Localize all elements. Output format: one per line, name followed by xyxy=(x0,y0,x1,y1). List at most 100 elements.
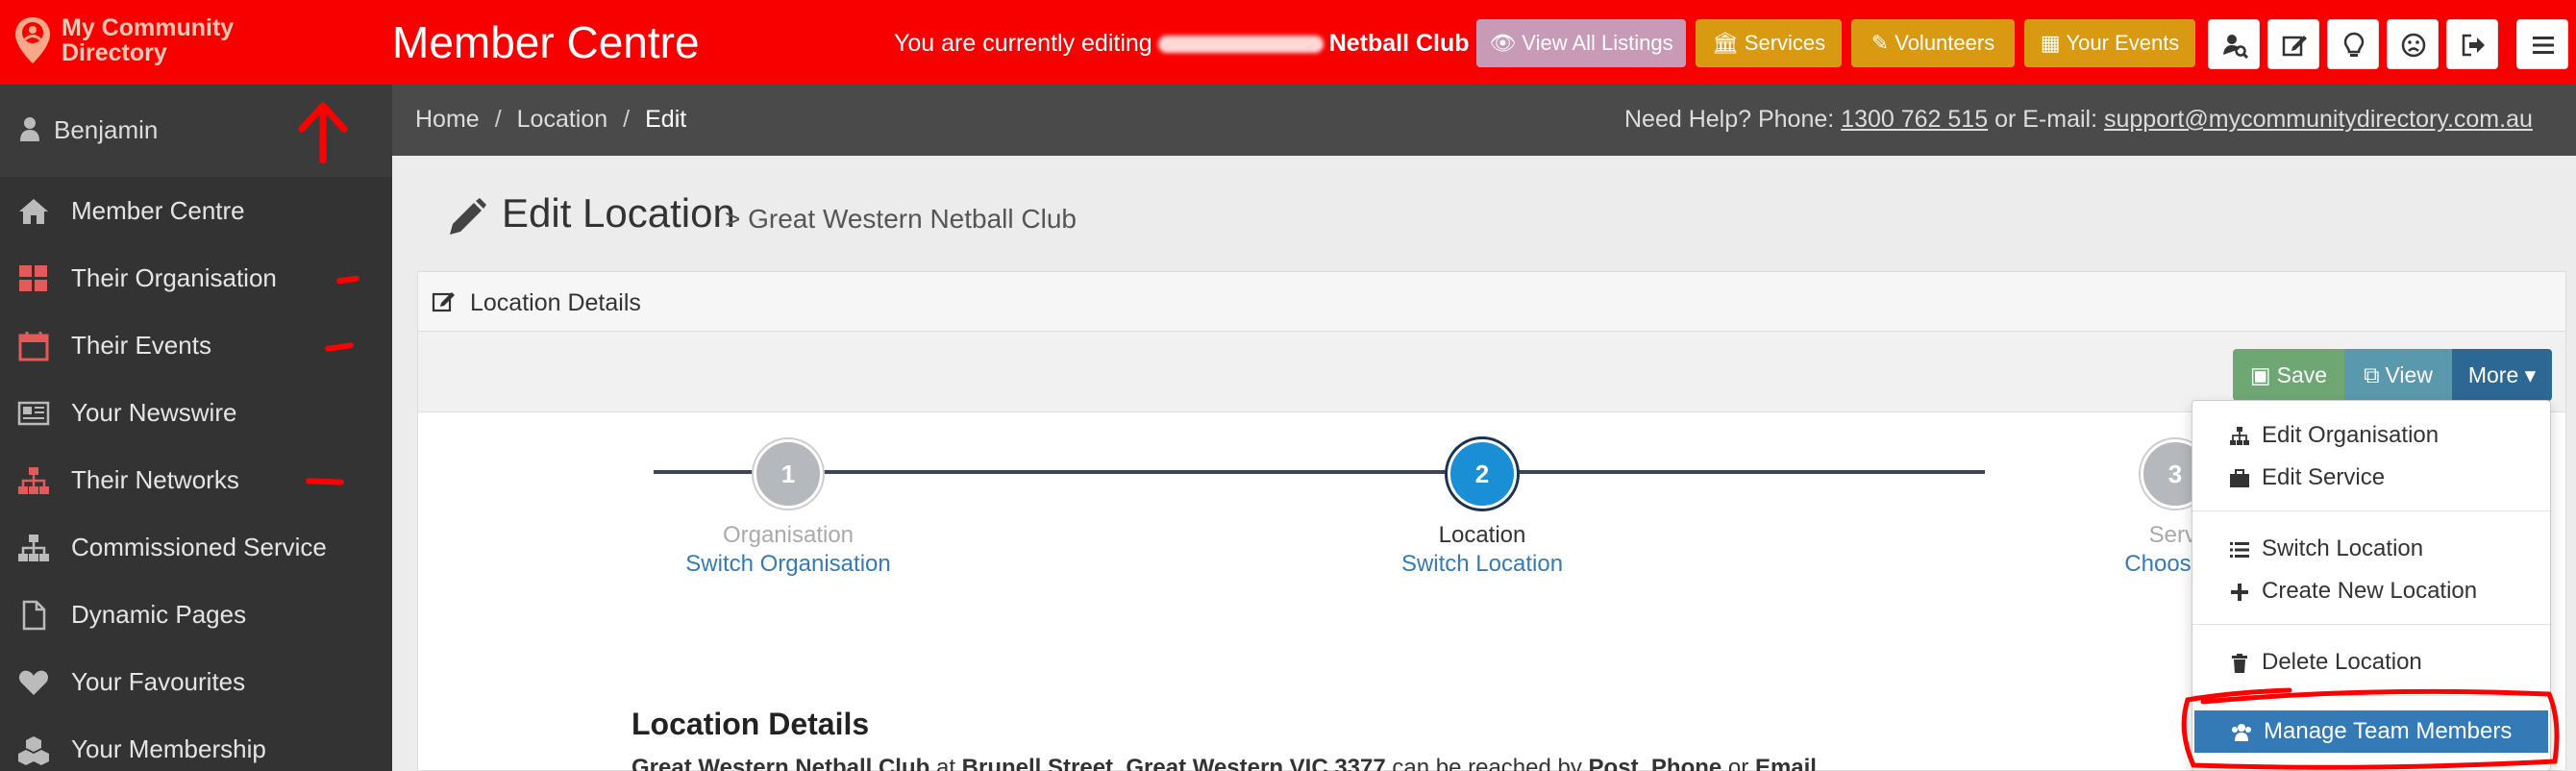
sidebar-item-label: Dynamic Pages xyxy=(71,600,247,629)
page-header: Edit Location > Great Western Netball Cl… xyxy=(392,156,2576,271)
sidebar-item-label: Your Favourites xyxy=(71,667,246,696)
annotation-mark xyxy=(335,275,360,285)
annotation-mark xyxy=(305,478,345,485)
sitemap-icon xyxy=(2230,427,2249,445)
sidebar-item-commissioned-service[interactable]: Commissioned Service xyxy=(0,513,392,581)
search-user-icon xyxy=(2223,35,2248,59)
calendar-icon: ▦ xyxy=(2040,31,2061,55)
location-details-summary: Great Western Netball Club at Brunell St… xyxy=(632,755,1817,771)
panel-header: Location Details xyxy=(418,272,2565,332)
step-2-circle[interactable]: 2 xyxy=(1448,439,1517,509)
sidebar-item-your-favourites[interactable]: Your Favourites xyxy=(0,648,392,715)
heart-icon xyxy=(18,670,49,695)
location-pin-icon xyxy=(15,17,50,63)
menu-divider xyxy=(2192,624,2550,625)
menu-button[interactable] xyxy=(2516,19,2568,69)
sidebar-item-your-newswire[interactable]: Your Newswire xyxy=(0,379,392,446)
cubes-icon xyxy=(18,736,49,765)
bank-icon: 🏛 xyxy=(1711,31,1739,55)
sidebar-item-member-centre[interactable]: Member Centre xyxy=(0,177,392,244)
sidebar-item-dynamic-pages[interactable]: Dynamic Pages xyxy=(0,581,392,648)
services-button[interactable]: 🏛 Services xyxy=(1696,19,1842,67)
breadcrumb-home[interactable]: Home xyxy=(415,106,480,133)
edit-icon: ✎ xyxy=(1870,31,1890,55)
top-bar: My Community Directory Member Centre You… xyxy=(0,0,2576,85)
user-name: Benjamin xyxy=(54,115,159,144)
editing-notice: You are currently editing Netball Club xyxy=(894,30,1470,57)
breadcrumb-bar: Home / Location / Edit Need Help? Phone: 130… xyxy=(392,85,2576,156)
save-icon: ▣ xyxy=(2249,362,2271,387)
step-1-label: Organisation xyxy=(722,522,855,548)
help-email-link[interactable]: support@mycommunitydirectory.com.au xyxy=(2104,106,2533,133)
logo[interactable]: My Community Directory xyxy=(10,13,394,71)
sidebar-item-their-events[interactable]: Their Events xyxy=(0,311,392,379)
sidebar-item-label: Commissioned Service xyxy=(71,533,327,561)
sidebar-item-label: Their Events xyxy=(71,331,211,360)
ideas-button[interactable] xyxy=(2327,19,2379,69)
switch-organisation-link[interactable]: Switch Organisation xyxy=(634,551,942,578)
sidebar: Benjamin Member Centre Their Organisatio… xyxy=(0,85,392,771)
edit-button[interactable] xyxy=(2267,19,2319,69)
feedback-button[interactable] xyxy=(2387,19,2439,69)
redacted-text xyxy=(1157,36,1324,54)
calendar-icon xyxy=(18,332,49,361)
sidebar-item-label: Your Membership xyxy=(71,734,266,763)
sidebar-item-their-organisation[interactable]: Their Organisation xyxy=(0,244,392,311)
help-phone-link[interactable]: 1300 762 515 xyxy=(1841,106,1988,133)
edit-icon xyxy=(432,292,455,312)
pencil-icon xyxy=(450,198,486,235)
more-dropdown-button[interactable]: More ▾ xyxy=(2452,349,2552,401)
menu-item-delete-location[interactable]: Delete Location xyxy=(2192,641,2550,684)
sidebar-item-label: Their Networks xyxy=(71,465,239,494)
step-2-label: Location xyxy=(1438,522,1526,548)
view-all-listings-button[interactable]: 👁 View All Listings xyxy=(1476,19,1686,67)
save-button[interactable]: ▣ Save xyxy=(2233,349,2344,401)
switch-location-link[interactable]: Switch Location xyxy=(1328,551,1636,578)
edit-icon xyxy=(2282,36,2307,57)
breadcrumb-separator: / xyxy=(494,106,502,133)
menu-item-switch-location[interactable]: Switch Location xyxy=(2192,528,2550,570)
eye-icon: 👁 xyxy=(1489,31,1517,55)
file-icon xyxy=(22,600,46,631)
menu-item-edit-service[interactable]: Edit Service xyxy=(2192,457,2550,499)
newspaper-icon xyxy=(17,401,50,426)
menu-icon xyxy=(2533,37,2554,54)
annotation-circle xyxy=(2181,687,2560,770)
briefcase-icon xyxy=(2230,469,2249,487)
caret-down-icon: ▾ xyxy=(2524,362,2537,387)
sidebar-item-their-networks[interactable]: Their Networks xyxy=(0,446,392,513)
lightbulb-icon xyxy=(2343,32,2365,57)
sitemap-icon xyxy=(18,535,49,561)
view-button[interactable]: ⧉ View xyxy=(2344,349,2452,401)
user-menu[interactable]: Benjamin xyxy=(0,85,392,177)
plus-icon xyxy=(2231,584,2248,601)
breadcrumb: Home / Location / Edit xyxy=(415,106,686,134)
annotation-mark xyxy=(324,341,355,353)
list-icon xyxy=(2230,542,2249,558)
external-link-icon: ⧉ xyxy=(2364,362,2380,387)
menu-item-create-new-location[interactable]: Create New Location xyxy=(2192,570,2550,612)
app-title: Member Centre xyxy=(392,17,700,67)
sign-out-button[interactable] xyxy=(2446,19,2498,69)
home-icon xyxy=(19,199,48,224)
help-contact: Need Help? Phone: 1300 762 515 or E-mail… xyxy=(1624,106,2533,133)
user-icon xyxy=(20,117,39,141)
trash-icon xyxy=(2232,654,2247,673)
frown-icon xyxy=(2401,33,2426,58)
page-subtitle: > Great Western Netball Club xyxy=(725,204,1077,234)
grid-icon xyxy=(19,265,47,291)
annotation-arrow xyxy=(298,102,348,163)
page-title: Edit Location xyxy=(502,190,735,236)
step-1-circle[interactable]: 1 xyxy=(754,439,823,509)
breadcrumb-location[interactable]: Location xyxy=(517,106,608,133)
sidebar-item-your-membership[interactable]: Your Membership xyxy=(0,715,392,771)
logo-text: My Community Directory xyxy=(62,14,235,66)
search-user-button[interactable] xyxy=(2208,19,2260,69)
volunteers-button[interactable]: ✎ Volunteers xyxy=(1851,19,2015,67)
menu-divider xyxy=(2192,510,2550,511)
sign-out-icon xyxy=(2462,34,2485,57)
sitemap-icon xyxy=(18,467,49,494)
your-events-button[interactable]: ▦ Your Events xyxy=(2024,19,2195,67)
stepper-line xyxy=(654,470,1985,474)
menu-item-edit-organisation[interactable]: Edit Organisation xyxy=(2192,414,2550,457)
